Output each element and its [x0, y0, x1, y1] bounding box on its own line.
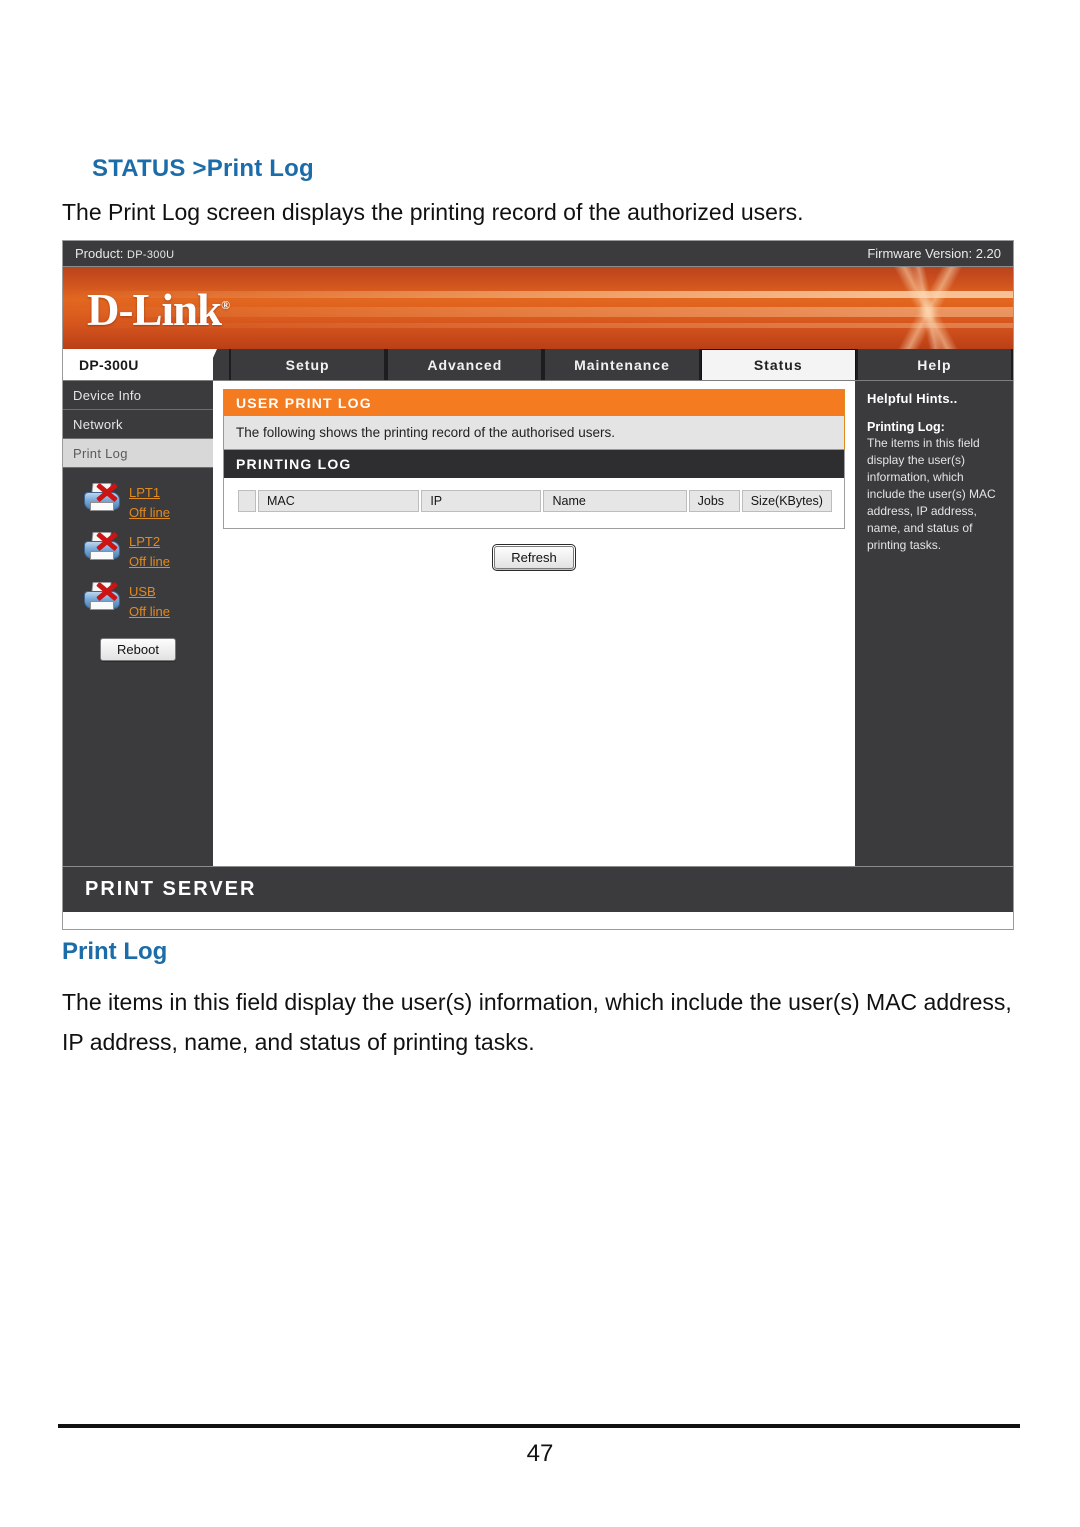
ui-body: Device Info Network Print Log LPT1 Off l…: [63, 381, 1013, 866]
product-bar: Product: DP-300U Firmware Version: 2.20: [63, 241, 1013, 267]
hint-section-title: Printing Log:: [867, 420, 945, 434]
printer-status-list: LPT1 Off line LPT2 Off line USB Off line…: [63, 468, 213, 661]
printer-status-link-usb[interactable]: Off line: [129, 602, 170, 622]
print-server-label: PRINT SERVER: [85, 878, 257, 900]
printer-status-link-lpt1[interactable]: Off line: [129, 503, 170, 523]
printer-offline-icon: [81, 581, 123, 617]
hint-body: The items in this field display the user…: [867, 436, 996, 553]
column-header-select: [238, 490, 256, 512]
table-header-row: MAC IP Name Jobs Size(KBytes): [238, 490, 832, 512]
footer-divider: [58, 1424, 1020, 1428]
refresh-button-wrap: Refresh: [223, 529, 845, 571]
column-header-name: Name: [543, 490, 687, 512]
page-number: 47: [526, 1440, 554, 1467]
registered-mark-icon: ®: [221, 298, 230, 312]
red-x-icon: [95, 580, 118, 602]
printing-log-title: PRINTING LOG: [224, 450, 844, 478]
firmware-info: Firmware Version: 2.20: [867, 246, 1001, 261]
page-title-prefix: STATUS: [92, 155, 193, 182]
printer-offline-icon: [81, 531, 123, 567]
printer-status-usb: USB Off line: [63, 581, 213, 630]
dlink-logo: D-Link®: [87, 284, 230, 336]
printserver-web-ui: Product: DP-300U Firmware Version: 2.20 …: [62, 240, 1014, 930]
section-paragraph: The items in this field display the user…: [62, 989, 1012, 1056]
printer-status-lpt1: LPT1 Off line: [63, 482, 213, 531]
tab-status[interactable]: Status: [700, 349, 856, 380]
brand-banner: D-Link®: [63, 267, 1013, 349]
printing-log-table-wrap: MAC IP Name Jobs Size(KBytes): [224, 478, 844, 528]
user-print-log-panel: USER PRINT LOG The following shows the p…: [223, 389, 845, 450]
printer-status-link-lpt2[interactable]: Off line: [129, 552, 170, 572]
section-heading: Print Log: [62, 938, 168, 965]
printer-offline-icon: [81, 482, 123, 518]
printer-tray-icon: [90, 502, 114, 511]
printing-log-panel: PRINTING LOG MAC IP Name Jobs Size(KByte…: [223, 450, 845, 529]
column-header-size: Size(KBytes): [741, 490, 832, 512]
nav-spacer: [213, 349, 229, 380]
printer-links: LPT1 Off line: [123, 482, 170, 523]
printer-tray-icon: [90, 551, 114, 561]
reboot-button-wrap: Reboot: [63, 630, 213, 661]
sidebar-item-network[interactable]: Network: [63, 410, 213, 439]
firmware-value: 2.20: [975, 246, 1001, 261]
printer-status-lpt2: LPT2 Off line: [63, 531, 213, 580]
sidebar-item-print-log[interactable]: Print Log: [63, 439, 213, 468]
printer-tray-icon: [90, 600, 114, 610]
user-print-log-title: USER PRINT LOG: [224, 390, 844, 416]
product-value: DP-300U: [127, 249, 175, 261]
tab-maintenance[interactable]: Maintenance: [543, 349, 701, 380]
firmware-label: Firmware Version:: [867, 246, 973, 261]
sidebar-item-device-info[interactable]: Device Info: [63, 381, 213, 410]
banner-fan-graphic: [833, 267, 1013, 349]
tab-setup[interactable]: Setup: [229, 349, 387, 380]
printer-port-link-lpt2[interactable]: LPT2: [129, 532, 170, 552]
tab-help[interactable]: Help: [855, 349, 1013, 380]
intro-paragraph: The Print Log screen displays the printi…: [62, 199, 804, 225]
nav-model-label: DP-300U: [79, 356, 139, 373]
product-label: Product:: [75, 246, 124, 261]
ui-footer: PRINT SERVER: [63, 866, 1013, 912]
helpful-hints-title: Helpful Hints..: [867, 391, 958, 406]
page-title: STATUS >Print Log: [92, 155, 314, 183]
printer-links: LPT2 Off line: [123, 531, 170, 572]
sidebar: Device Info Network Print Log LPT1 Off l…: [63, 381, 213, 866]
refresh-button[interactable]: Refresh: [492, 544, 576, 571]
helpful-hints-panel: Helpful Hints.. Printing Log: The items …: [855, 381, 1013, 866]
printing-log-table: MAC IP Name Jobs Size(KBytes): [236, 488, 834, 514]
column-header-ip: IP: [421, 490, 542, 512]
column-header-jobs: Jobs: [688, 490, 740, 512]
main-content: USER PRINT LOG The following shows the p…: [213, 381, 855, 866]
printer-links: USB Off line: [123, 581, 170, 622]
product-info: Product: DP-300U: [75, 246, 174, 261]
slash-decoration-icon: [171, 349, 217, 380]
red-x-icon: [95, 530, 118, 552]
column-header-mac: MAC: [258, 490, 420, 512]
page-title-suffix: >Print Log: [192, 155, 314, 182]
tab-advanced[interactable]: Advanced: [386, 349, 544, 380]
printer-port-link-usb[interactable]: USB: [129, 582, 170, 602]
red-x-icon: [95, 481, 118, 503]
user-print-log-description: The following shows the printing record …: [224, 416, 844, 449]
nav-model-tab: DP-300U: [63, 349, 217, 380]
main-nav: DP-300U Setup Advanced Maintenance Statu…: [63, 349, 1013, 381]
reboot-button[interactable]: Reboot: [100, 637, 176, 661]
dlink-logo-text: D-Link: [87, 285, 222, 335]
printer-port-link-lpt1[interactable]: LPT1: [129, 483, 170, 503]
